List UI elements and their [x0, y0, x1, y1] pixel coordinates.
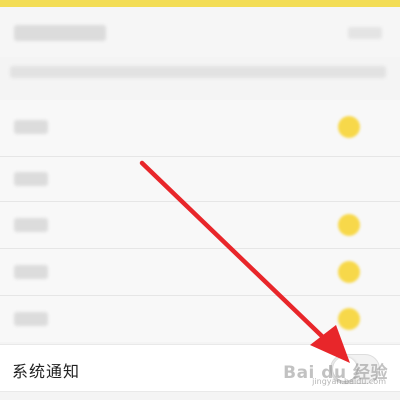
watermark-url: jingyan.baidu.com [312, 377, 386, 386]
blurred-toggle-icon [338, 116, 360, 138]
blurred-list-row [0, 249, 400, 295]
blurred-list-row [0, 296, 400, 342]
blurred-header [0, 7, 400, 57]
system-notification-label: 系统通知 [12, 362, 81, 381]
blurred-row-label [14, 172, 48, 186]
top-accent-bar [0, 0, 400, 7]
blurred-list-row [0, 100, 400, 156]
blurred-row-label [14, 218, 48, 232]
blurred-title [14, 25, 106, 41]
blurred-header-action [348, 27, 382, 39]
blurred-list-row [0, 157, 400, 201]
blurred-description [10, 66, 386, 78]
blurred-row-label [14, 120, 48, 134]
blurred-list-row [0, 202, 400, 248]
blurred-toggle-icon [338, 308, 360, 330]
blurred-row-label [14, 312, 48, 326]
blurred-row-label [14, 265, 48, 279]
blurred-toggle-icon [338, 214, 360, 236]
settings-screen: 系统通知 Bai du 经验 jingyan.baidu.com [0, 0, 400, 400]
blurred-toggle-icon [338, 261, 360, 283]
